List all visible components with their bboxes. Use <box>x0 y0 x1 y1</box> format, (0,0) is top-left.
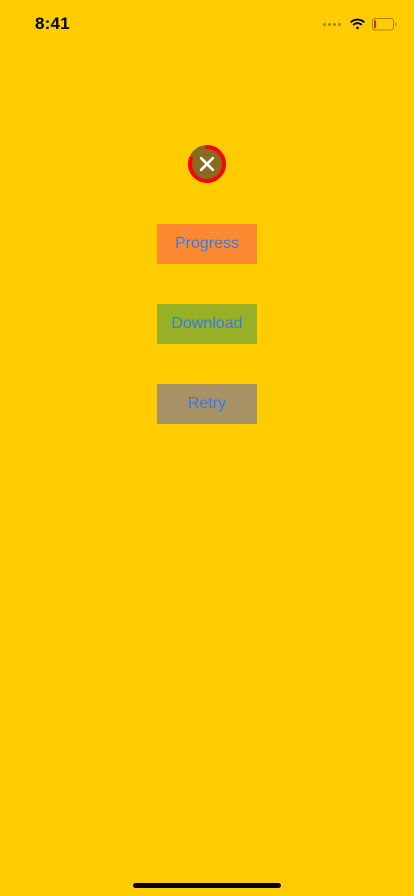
progress-ring[interactable] <box>187 144 227 184</box>
progress-button[interactable]: Progress <box>157 224 257 264</box>
signal-dots-icon <box>323 22 341 26</box>
retry-button[interactable]: Retry <box>157 384 257 424</box>
status-time: 8:41 <box>35 14 70 33</box>
status-right-icons <box>323 16 398 32</box>
status-bar: 8:41 <box>0 0 414 44</box>
home-indicator <box>133 883 281 888</box>
battery-low-icon <box>372 17 398 31</box>
wifi-icon <box>349 18 366 30</box>
download-button[interactable]: Download <box>157 304 257 344</box>
